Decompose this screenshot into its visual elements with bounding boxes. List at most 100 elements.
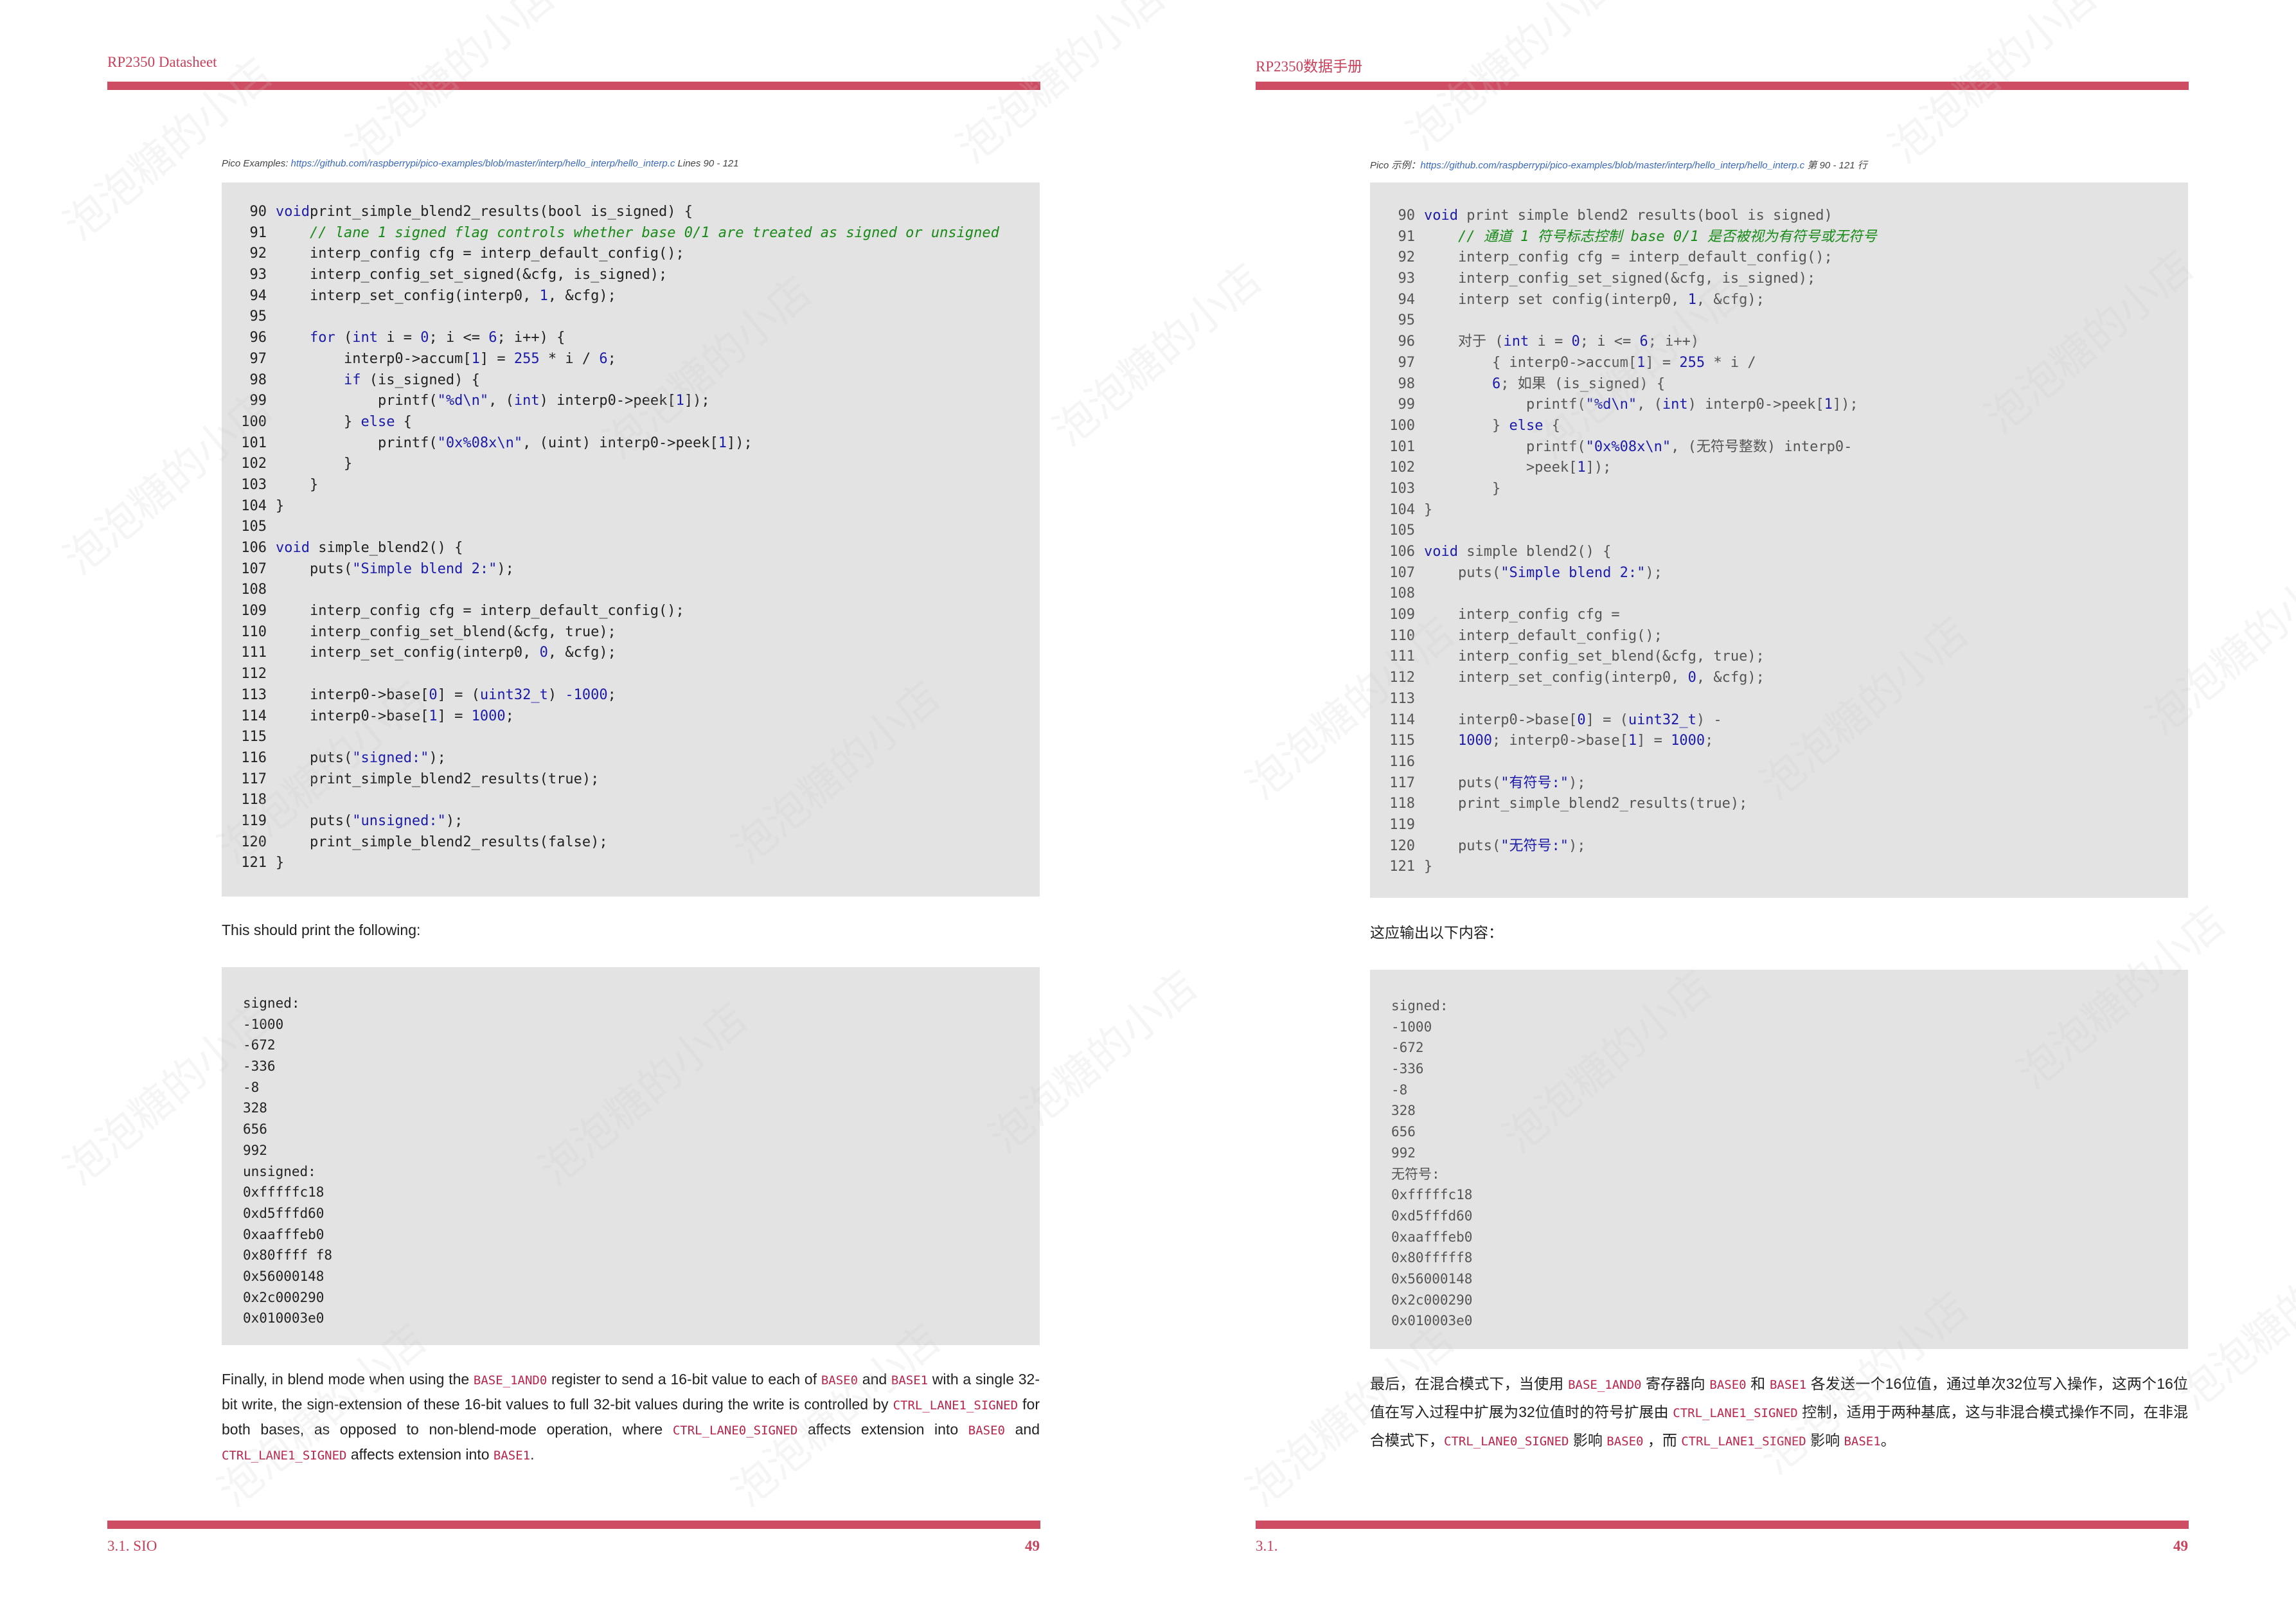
footer-section: 3.1. [1256,1538,1278,1554]
line-number: 116 [241,749,267,766]
code-token: uint32_t [479,686,548,703]
paragraph-text: 影响 [1569,1432,1607,1449]
code-token: else [1509,417,1544,434]
footer-rule [107,1521,1040,1529]
code-line: 121} [222,853,999,874]
line-number: 107 [1389,564,1415,581]
line-number: 98 [249,371,267,388]
code-token: "无符号:" [1500,837,1569,854]
code-token: interp0->accum[ [276,350,472,367]
code-line: 116 puts("signed:"); [222,748,999,769]
code-line: 111 interp_set_config(interp0, 0, &cfg); [222,643,999,664]
code-token: } [1424,501,1433,518]
output-line: 992 [1391,1145,1416,1161]
code-token: "0x%08x\n" [437,434,523,451]
code-token: void [276,540,310,556]
code-line: 103 } [222,475,999,496]
code-token: print simple blend2 results(bool is sign… [1457,208,1833,224]
caption-link[interactable]: https://github.com/raspberrypi/pico-exam… [291,158,675,169]
caption-link[interactable]: https://github.com/raspberrypi/pico-exam… [1420,160,1804,171]
code-token: interp_config_set_blend(&cfg, true); [276,623,616,640]
code-token: ); [497,560,514,577]
code-line: 104} [222,496,999,517]
code-token: interp_set_config(interp0, [276,645,540,661]
output-line: unsigned: [243,1163,316,1179]
register-name: BASE1 [1769,1378,1807,1392]
output-line: 0x56000148 [1391,1271,1473,1287]
code-line: 96 for (int i = 0; i <= 6; i++) { [222,328,999,349]
output-line: 656 [243,1121,267,1138]
code-token: ] = [479,350,514,367]
code-line: 105 [222,517,999,538]
output-line: -8 [1391,1082,1408,1098]
output-line: -336 [1391,1061,1424,1077]
header-title: RP2350数据手册 [1256,58,1363,75]
code-line: 98 6; 如果 (is_signed) { [1370,374,1877,395]
code-token: 6 [1639,334,1648,350]
output-line: 0x2c000290 [243,1289,325,1305]
line-number: 95 [1398,312,1416,329]
code-token: "%d\n" [437,393,489,409]
code-line: 99 printf("%d\n", (int) interp0->peek[1]… [1370,395,1877,416]
code-token: ] = [437,708,472,724]
line-number: 105 [241,519,267,535]
code-line: 113 [1370,689,1877,710]
code-token: ; i++) [1648,334,1700,350]
code-token: interp_set_config(interp0, [276,287,540,304]
code-line: 113 interp0->base[0] = (uint32_t) -1000; [222,685,999,706]
line-number: 121 [1389,859,1415,875]
code-line: 120 print_simple_blend2_results(false); [222,832,999,853]
code-token: ; [505,708,514,724]
code-token: puts( [1424,564,1501,581]
code-line: 118 [222,790,999,811]
line-number: 96 [1398,334,1416,350]
code-token: 0 [1687,670,1696,686]
line-number: 97 [249,350,267,367]
code-line: 115 [222,727,999,748]
line-number: 92 [1398,249,1416,266]
code-token: , &cfg); [1696,670,1765,686]
code-line: 91 // lane 1 signed flag controls whethe… [222,223,999,244]
code-token: } [276,855,285,871]
code-line: 93 interp_config_set_signed(&cfg, is_sig… [222,265,999,286]
code-line: 100 } else { [1370,416,1877,437]
code-token: ; [1705,733,1714,749]
paragraph-text: affects extension into [797,1421,968,1438]
line-number: 96 [249,330,267,346]
output-line: 0x80fffff8 [1391,1250,1473,1266]
code-token: interp_config cfg = interp_default_confi… [276,603,684,620]
code-line: 94 interp set config(interp0, 1, &cfg); [1370,290,1877,311]
code-token: interp_config cfg = interp_default_confi… [1424,249,1833,266]
code-line: 101 printf("0x%08x\n", (uint) interp0->p… [222,433,999,454]
code-token: puts( [276,749,353,766]
code-token: ) [547,686,565,703]
code-line: 95 [222,307,999,328]
code-token: if [343,371,361,388]
line-number: 115 [1389,733,1415,749]
output-line: 656 [1391,1124,1416,1140]
code-line: 99 printf("%d\n", (int) interp0->peek[1]… [222,391,999,412]
page-left: RP2350 Datasheet Pico Examples: https://… [0,0,1148,1624]
code-token: interp_config_set_signed(&cfg, is_signed… [276,267,668,283]
paragraph-text: 最后，在混合模式下，当使用 [1370,1375,1569,1392]
register-name: CTRL_LANE0_SIGNED [1444,1434,1569,1449]
output-line: 0xd5fffd60 [1391,1208,1473,1224]
code-token: 1000 [471,708,506,724]
caption-prefix: Pico 示例： [1370,160,1421,171]
code-token: print_simple_blend2_results(bool is_sign… [309,204,693,220]
code-token: ) interp0->peek[ [1687,397,1824,413]
register-name: CTRL_LANE1_SIGNED [222,1449,347,1463]
output-line: -8 [243,1079,260,1095]
code-caption: Pico 示例：https://github.com/raspberrypi/p… [1370,158,1867,172]
code-token: , &cfg); [547,287,616,304]
code-token: for [309,330,335,346]
line-number: 90 [249,204,267,220]
code-token: interp_default_config(); [1424,627,1662,644]
register-name: CTRL_LANE0_SIGNED [672,1423,798,1438]
code-line: 107 puts("Simple blend 2:"); [222,559,999,580]
code-token: puts( [1424,837,1501,854]
code-token: ; interp0->base[ [1491,733,1628,749]
line-number: 97 [1398,354,1416,371]
code-lines: 90 void print_simple_blend2_results(bool i… [222,202,999,874]
